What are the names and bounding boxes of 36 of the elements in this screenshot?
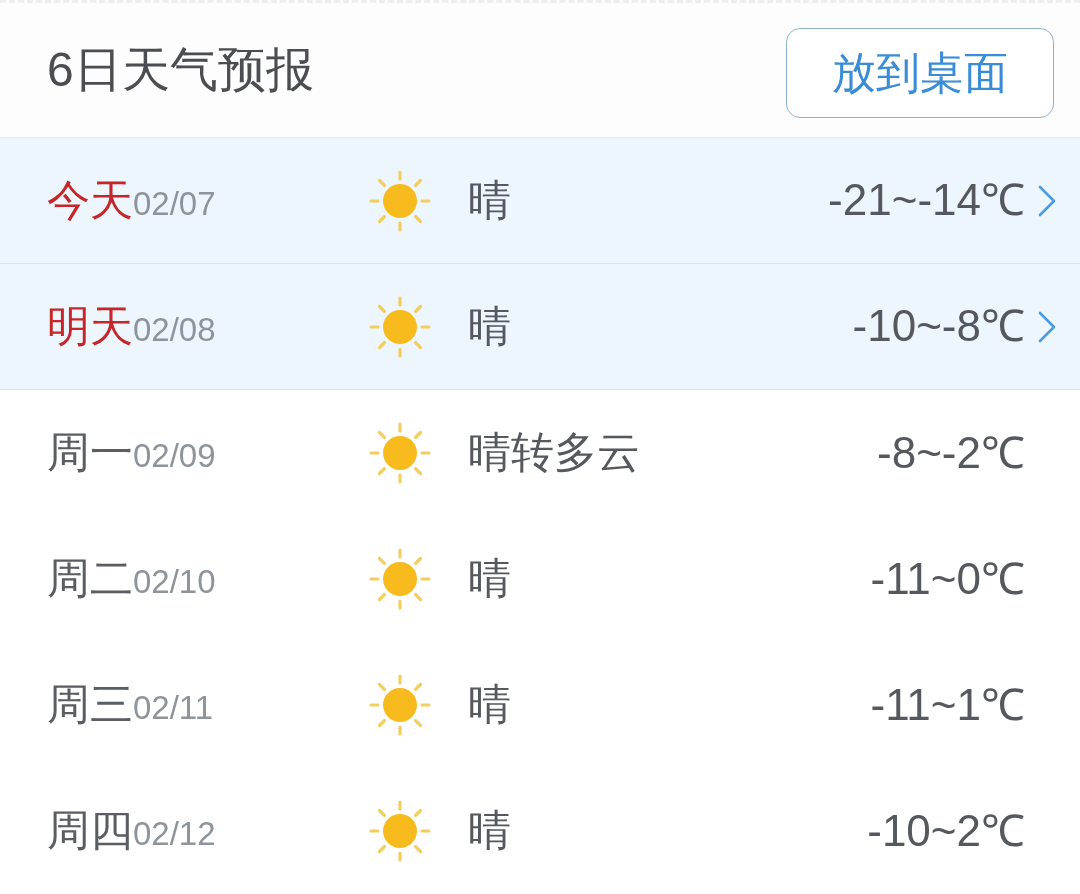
temperature-range: -11~1℃ [870, 678, 1025, 731]
sun-icon [368, 294, 432, 359]
date-label: 02/10 [133, 562, 216, 602]
date-label: 02/12 [133, 814, 216, 854]
chevron-icon[interactable] [1038, 310, 1056, 343]
chevron-icon[interactable] [1038, 184, 1056, 217]
date-label: 02/11 [133, 688, 214, 728]
sun-icon [368, 799, 432, 863]
add-to-desktop-button[interactable]: 放到桌面 [786, 28, 1054, 118]
condition-text: 晴 [468, 174, 512, 226]
temperature-range: -8~-2℃ [877, 426, 1025, 479]
forecast-row[interactable]: 今天02/07 晴 -21~-14℃ [0, 138, 1080, 264]
date-label: 02/07 [133, 183, 216, 224]
day-label: 周一 [47, 427, 133, 479]
sun-icon [368, 547, 432, 611]
condition-text: 晴 [468, 300, 512, 352]
sun-icon [368, 421, 432, 485]
date-label: 02/09 [133, 436, 216, 476]
condition-text: 晴 [468, 805, 512, 857]
condition-text: 晴 [468, 679, 512, 731]
sun-icon [368, 168, 432, 233]
sun-icon [368, 673, 432, 737]
day-label: 今天 [47, 174, 133, 226]
temperature-range: -11~0℃ [870, 552, 1025, 605]
condition-text: 晴 [468, 553, 512, 605]
forecast-title: 6日天气预报 [47, 42, 314, 99]
temperature-range: -10~-8℃ [852, 300, 1025, 353]
date-label: 02/08 [133, 309, 216, 350]
day-label: 明天 [47, 300, 133, 352]
day-label: 周二 [47, 553, 133, 605]
forecast-row[interactable]: 明天02/08 晴 -10~-8℃ [0, 264, 1080, 390]
condition-text: 晴转多云 [468, 427, 641, 479]
temperature-range: -21~-14℃ [828, 174, 1025, 227]
temperature-range: -10~2℃ [867, 804, 1025, 857]
day-label: 周四 [47, 805, 133, 857]
day-label: 周三 [47, 679, 133, 731]
